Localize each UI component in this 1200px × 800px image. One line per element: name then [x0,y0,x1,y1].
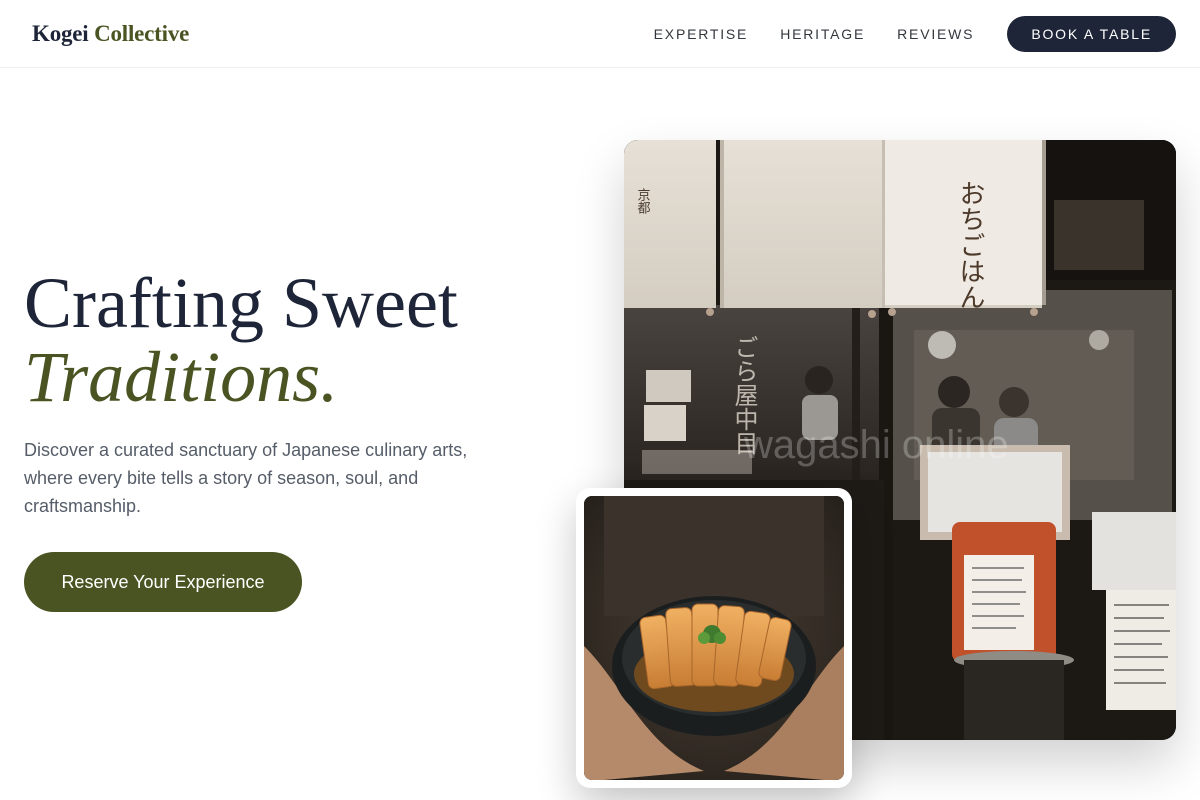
hero-subtitle: Discover a curated sanctuary of Japanese… [24,440,468,516]
reserve-experience-button[interactable]: Reserve Your Experience [24,552,302,612]
logo-secondary: Collective [94,20,190,46]
nav-expertise[interactable]: EXPERTISE [654,26,749,42]
hero-title-line1: Crafting Sweet [24,263,458,343]
curtain-text-left: 京都 [635,188,651,214]
book-table-button[interactable]: BOOK A TABLE [1007,15,1176,52]
logo[interactable]: Kogei Collective [32,21,189,47]
logo-primary: Kogei [32,20,89,46]
image-watermark: wagashi online [743,423,1009,467]
site-header: Kogei Collective EXPERTISE HERITAGE REVI… [0,0,1200,68]
hero-title: Crafting Sweet Traditions. [24,266,458,414]
hero-title-line2: Traditions. [24,337,339,417]
curtain-text-right: おちごはん [955,180,985,310]
nav-heritage[interactable]: HERITAGE [780,26,865,42]
katsu-bowl-image [584,496,844,780]
main-nav: EXPERTISE HERITAGE REVIEWS BOOK A TABLE [654,15,1176,52]
food-image-card [576,488,852,788]
nav-reviews[interactable]: REVIEWS [897,26,974,42]
